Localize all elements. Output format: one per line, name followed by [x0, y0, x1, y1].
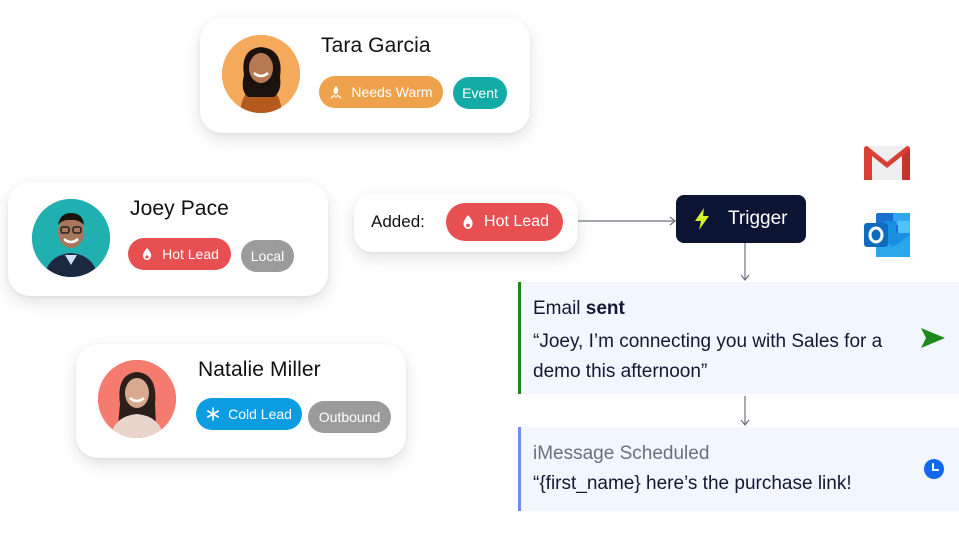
- person-photo-icon: [222, 35, 300, 113]
- tag-outbound[interactable]: Outbound: [308, 401, 391, 433]
- tag-hot-lead[interactable]: Hot Lead: [446, 203, 563, 241]
- tag-hot-lead[interactable]: Hot Lead: [128, 238, 231, 270]
- added-label: Added:: [371, 212, 425, 231]
- tag-cold-lead[interactable]: Cold Lead: [196, 398, 302, 430]
- contact-name: Natalie Miller: [198, 358, 321, 381]
- tag-event[interactable]: Event: [453, 77, 507, 109]
- email-action-title: Email sent: [533, 298, 625, 320]
- contact-card-natalie-miller[interactable]: Natalie Miller Cold Lead Outbound: [76, 344, 406, 458]
- send-arrow-icon: [921, 328, 945, 348]
- trigger-label: Trigger: [728, 208, 788, 229]
- tag-label: Hot Lead: [162, 246, 219, 262]
- campfire-icon: [329, 85, 343, 99]
- person-photo-icon: [98, 360, 176, 438]
- tag-needs-warm[interactable]: Needs Warm: [319, 76, 443, 108]
- connector-arrow-down: [740, 396, 750, 426]
- flame-icon: [460, 214, 476, 230]
- contact-card-tara-garcia[interactable]: Tara Garcia Needs Warm Event: [200, 18, 530, 133]
- outlook-icon[interactable]: [862, 211, 914, 259]
- avatar-tara-garcia: [222, 35, 300, 113]
- avatar-joey-pace: [32, 199, 110, 277]
- tag-label: Hot Lead: [484, 213, 549, 230]
- email-title-prefix: Email: [533, 298, 581, 319]
- imessage-action-title: iMessage Scheduled: [533, 443, 710, 464]
- contact-name: Tara Garcia: [321, 34, 431, 57]
- flame-icon: [140, 247, 154, 261]
- avatar-natalie-miller: [98, 360, 176, 438]
- connector-arrow-down: [740, 243, 750, 281]
- snowflake-icon: [206, 407, 220, 421]
- contact-card-joey-pace[interactable]: Joey Pace Hot Lead Local: [8, 182, 328, 296]
- tag-label: Needs Warm: [351, 84, 433, 100]
- email-title-status: sent: [585, 298, 625, 319]
- contact-name: Joey Pace: [130, 197, 229, 220]
- email-message-body: “Joey, I’m connecting you with Sales for…: [533, 331, 883, 382]
- added-tag-card[interactable]: Added: Hot Lead: [354, 194, 578, 252]
- tag-label: Outbound: [318, 409, 381, 425]
- tag-label: Local: [250, 248, 285, 264]
- tag-local[interactable]: Local: [241, 240, 294, 272]
- email-sent-action[interactable]: Email sent “Joey, I’m connecting you wit…: [518, 282, 959, 394]
- connector-arrow-right: [578, 216, 676, 226]
- imessage-scheduled-action[interactable]: iMessage Scheduled “{first_name} here’s …: [518, 427, 959, 511]
- tag-label: Cold Lead: [228, 406, 292, 422]
- clock-icon: [924, 459, 944, 479]
- person-photo-icon: [32, 199, 110, 277]
- gmail-icon[interactable]: [862, 144, 912, 182]
- tag-label: Event: [462, 85, 498, 101]
- trigger-node[interactable]: Trigger: [676, 195, 806, 243]
- imessage-message-body: “{first_name} here’s the purchase link!: [533, 473, 852, 494]
- lightning-bolt-icon: [694, 208, 710, 230]
